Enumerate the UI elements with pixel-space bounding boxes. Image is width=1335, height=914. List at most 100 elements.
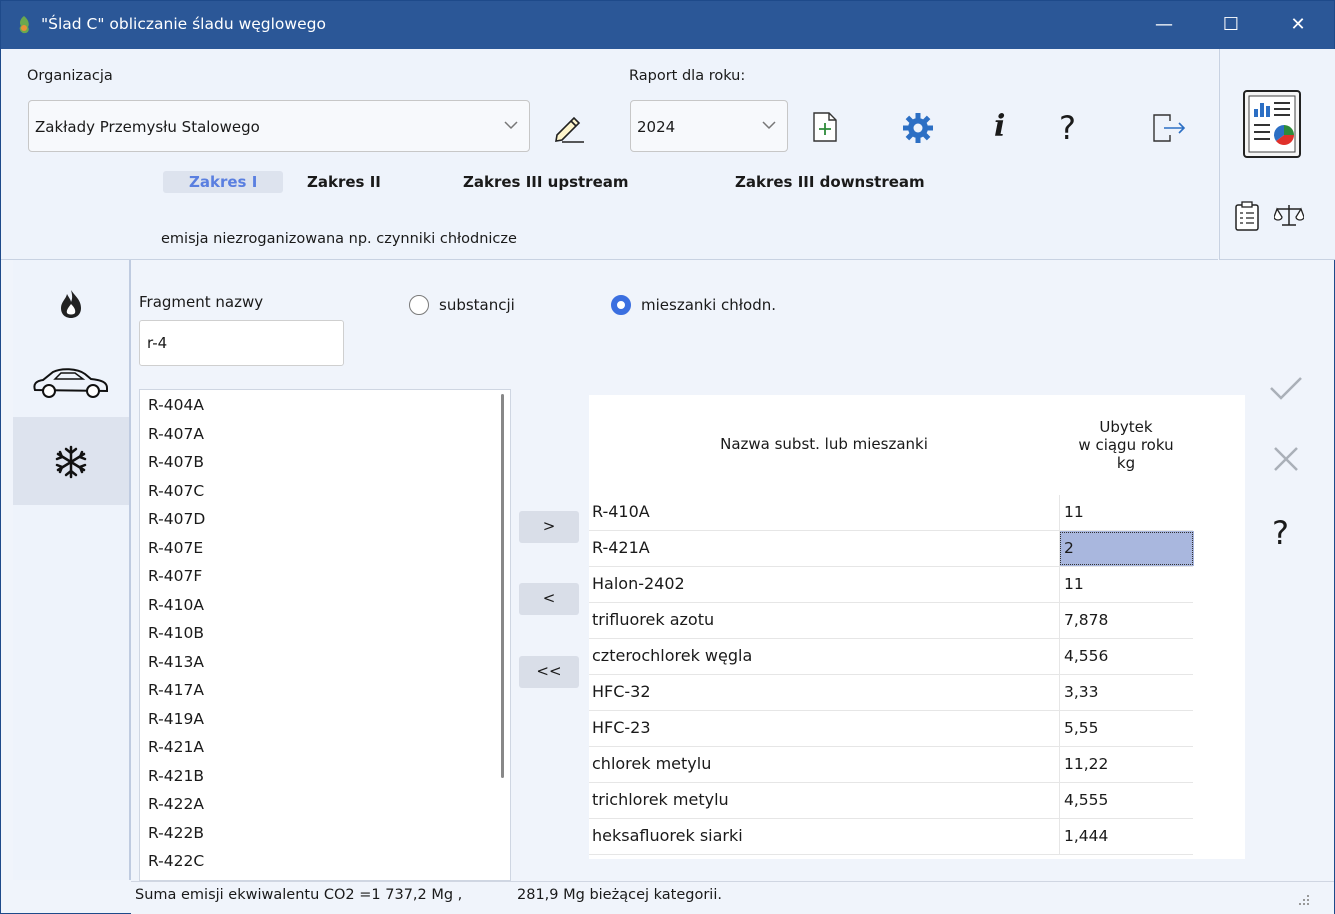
list-item[interactable]: R-407E <box>148 539 203 557</box>
add-button[interactable]: > <box>519 511 579 543</box>
cell-loss-kg[interactable]: 7,878 <box>1059 603 1194 638</box>
status-category: 281,9 Mg bieżącej kategorii. <box>517 887 722 903</box>
cell-loss-kg[interactable]: 4,555 <box>1059 783 1194 818</box>
search-value: r-4 <box>147 334 168 352</box>
cell-loss-kg[interactable]: 3,33 <box>1059 675 1194 710</box>
list-item[interactable]: R-407C <box>148 482 204 500</box>
cell-loss-kg-value: 7,878 <box>1064 611 1109 629</box>
list-item[interactable]: R-413A <box>148 653 204 671</box>
status-total: Suma emisji ekwiwalentu CO2 =1 737,2 Mg … <box>135 887 463 903</box>
close-button[interactable]: ✕ <box>1265 1 1331 49</box>
category-subtitle: emisja niezroganizowana np. czynniki chł… <box>161 231 517 247</box>
radio-substance-label: substancji <box>439 296 515 314</box>
list-item[interactable]: R-407F <box>148 567 202 585</box>
info-icon[interactable]: i <box>994 109 1005 144</box>
radio-mixture-dot[interactable] <box>611 295 631 315</box>
list-item[interactable]: R-419A <box>148 710 204 728</box>
organization-combo[interactable]: Zakłady Przemysłu Stalowego <box>28 100 530 152</box>
column-header-name[interactable]: Nazwa subst. lub mieszanki <box>589 395 1059 494</box>
cell-loss-kg[interactable]: 11,22 <box>1059 747 1194 782</box>
cell-name[interactable]: chlorek metylu <box>592 754 711 773</box>
list-item[interactable]: R-410B <box>148 624 204 642</box>
tab-zakres-1[interactable]: Zakres I <box>163 171 284 193</box>
cancel-x-icon[interactable] <box>1273 446 1299 472</box>
exit-icon[interactable] <box>1152 112 1188 144</box>
report-document-icon[interactable] <box>1242 89 1302 159</box>
cell-loss-kg[interactable]: 11 <box>1059 567 1194 602</box>
year-combo[interactable]: 2024 <box>630 100 788 152</box>
table-row[interactable]: trichlorek metylu 4,555 <box>589 783 1193 819</box>
help-icon[interactable]: ? <box>1059 109 1076 147</box>
sidebar-item-refrigerants[interactable] <box>13 417 129 505</box>
sidebar <box>13 260 131 880</box>
list-scrollbar[interactable] <box>501 394 504 778</box>
table-row[interactable]: HFC-32 3,33 <box>589 675 1193 711</box>
cell-name[interactable]: HFC-32 <box>592 682 651 701</box>
cell-loss-kg-value: 2 <box>1064 539 1074 557</box>
list-item[interactable]: R-404A <box>148 396 204 414</box>
organization-value: Zakłady Przemysłu Stalowego <box>35 118 260 136</box>
remove-button[interactable]: < <box>519 583 579 615</box>
table-row[interactable]: heksafluorek siarki 1,444 <box>589 819 1193 855</box>
tab-zakres-2[interactable]: Zakres II <box>307 173 381 191</box>
year-label: Raport dla roku: <box>629 68 746 84</box>
balance-scale-icon[interactable] <box>1274 203 1304 229</box>
tab-zakres-3-upstream[interactable]: Zakres III upstream <box>463 173 629 191</box>
table-row[interactable]: Halon-2402 11 <box>589 567 1193 603</box>
cell-loss-kg[interactable]: 2 <box>1059 531 1194 566</box>
maximize-button[interactable]: ☐ <box>1198 1 1264 49</box>
minimize-button[interactable]: — <box>1131 1 1197 49</box>
chevron-down-icon <box>762 121 776 130</box>
list-item[interactable]: R-422B <box>148 824 204 842</box>
sidebar-item-combustion[interactable] <box>13 260 129 348</box>
cell-loss-kg[interactable]: 4,556 <box>1059 639 1194 674</box>
table-row[interactable]: chlorek metylu 11,22 <box>589 747 1193 783</box>
list-item[interactable]: R-421B <box>148 767 204 785</box>
cell-loss-kg-value: 11 <box>1064 575 1084 593</box>
table-row[interactable]: R-410A 11 <box>589 495 1193 531</box>
cell-name[interactable]: Halon-2402 <box>592 574 685 593</box>
list-item[interactable]: R-407B <box>148 453 204 471</box>
column-header-loss[interactable]: Ubytek w ciągu roku kg <box>1059 395 1193 494</box>
list-item[interactable]: R-422A <box>148 795 204 813</box>
list-item[interactable]: R-407A <box>148 425 204 443</box>
table-row[interactable]: HFC-23 5,55 <box>589 711 1193 747</box>
selected-table: Nazwa subst. lub mieszanki Ubytek w ciąg… <box>589 395 1245 859</box>
remove-all-button[interactable]: << <box>519 656 579 688</box>
app-logo-icon <box>19 16 29 34</box>
list-item[interactable]: R-422C <box>148 852 204 870</box>
edit-pencil-icon[interactable] <box>552 111 586 143</box>
cell-loss-kg[interactable]: 1,444 <box>1059 819 1194 854</box>
snowflake-icon <box>55 445 87 479</box>
cell-name[interactable]: trifluorek azotu <box>592 610 714 629</box>
side-help-icon[interactable]: ? <box>1272 514 1289 552</box>
table-row[interactable]: trifluorek azotu 7,878 <box>589 603 1193 639</box>
radio-substance-dot[interactable] <box>409 295 429 315</box>
settings-gear-icon[interactable] <box>902 112 934 144</box>
resize-grip-icon[interactable] <box>1296 892 1310 906</box>
tab-zakres-3-downstream[interactable]: Zakres III downstream <box>735 173 925 191</box>
list-item[interactable]: R-421A <box>148 738 204 756</box>
list-item[interactable]: R-417A <box>148 681 204 699</box>
clipboard-checklist-icon[interactable] <box>1234 201 1260 231</box>
list-item[interactable]: R-407D <box>148 510 205 528</box>
table-row[interactable]: czterochlorek węgla 4,556 <box>589 639 1193 675</box>
cell-name[interactable]: czterochlorek węgla <box>592 646 752 665</box>
cell-loss-kg[interactable]: 5,55 <box>1059 711 1194 746</box>
confirm-check-icon[interactable] <box>1269 375 1303 401</box>
cell-loss-kg[interactable]: 11 <box>1059 495 1194 530</box>
app-window: "Ślad C" obliczanie śladu węglowego — ☐ … <box>0 0 1335 914</box>
list-item[interactable]: R-410A <box>148 596 204 614</box>
cell-name[interactable]: R-421A <box>592 538 650 557</box>
cell-name[interactable]: HFC-23 <box>592 718 651 737</box>
cell-name[interactable]: trichlorek metylu <box>592 790 729 809</box>
new-report-icon[interactable] <box>811 111 839 143</box>
cell-name[interactable]: R-410A <box>592 502 650 521</box>
table-row[interactable]: R-421A 2 <box>589 531 1194 567</box>
available-list[interactable]: R-404A R-407A R-407B R-407C R-407D R-407E R-40… <box>139 389 511 881</box>
cell-loss-kg-value: 11,22 <box>1064 755 1109 773</box>
search-input[interactable]: r-4 <box>139 320 344 366</box>
cell-name[interactable]: heksafluorek siarki <box>592 826 743 845</box>
cell-loss-kg-value: 3,33 <box>1064 683 1099 701</box>
window-title: "Ślad C" obliczanie śladu węglowego <box>41 15 326 33</box>
